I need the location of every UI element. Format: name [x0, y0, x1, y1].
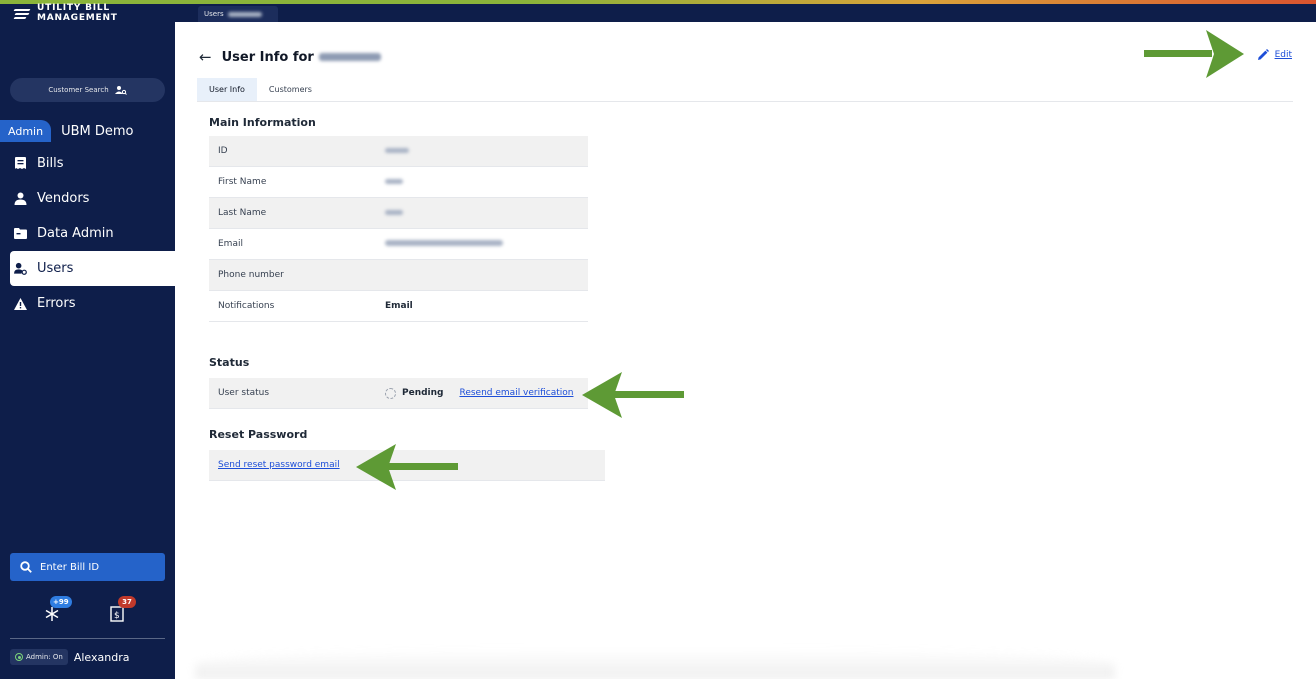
customer-search-label: Customer Search: [48, 86, 109, 94]
resend-verification-link[interactable]: Resend email verification: [459, 388, 573, 398]
field-value: [385, 239, 503, 249]
field-label: Last Name: [218, 208, 267, 218]
field-label: ID: [218, 146, 228, 156]
tab-admin[interactable]: Admin: [0, 120, 52, 142]
edit-label: Edit: [1274, 50, 1292, 60]
alerts-badge: +99: [50, 596, 72, 608]
sidebar-item-errors[interactable]: Errors: [0, 286, 175, 321]
breadcrumb-label: Users: [204, 10, 224, 18]
bills-queue-button[interactable]: $ 37: [108, 596, 136, 624]
table-row: First Name: [209, 167, 588, 198]
field-label: Phone number: [218, 270, 284, 280]
sidebar-quick-icons: +99 $ 37: [40, 594, 150, 624]
search-icon: [20, 561, 32, 573]
tab-strip: User Info Customers: [197, 78, 1293, 102]
sidebar-item-label: Vendors: [37, 191, 90, 206]
alerts-button[interactable]: +99: [40, 596, 72, 624]
table-row: ID: [209, 136, 588, 167]
admin-mode-toggle[interactable]: Admin: On: [10, 649, 68, 665]
table-row: Notifications Email: [209, 291, 588, 322]
breadcrumb-tab[interactable]: Users: [198, 6, 278, 22]
reset-pointer-arrow-icon: [356, 444, 458, 490]
user-status-row: User status Pending Resend email verific…: [209, 378, 588, 409]
top-bar: UTILITY BILL MANAGEMENT Users: [0, 0, 1316, 23]
redacted-last-name: [385, 210, 403, 215]
page-header: ← User Info for: [199, 48, 381, 66]
redacted-user-name: [318, 53, 381, 61]
sidebar-item-bills[interactable]: Bills: [0, 146, 175, 181]
reset-password-heading: Reset Password: [209, 428, 308, 441]
sidebar-item-label: Data Admin: [37, 226, 114, 241]
redacted-first-name: [385, 179, 403, 184]
sidebar-item-label: Bills: [37, 156, 64, 171]
resend-pointer-arrow-icon: [582, 372, 684, 418]
sidebar-tabs: Admin UBM Demo: [0, 120, 175, 142]
bill-id-search[interactable]: Enter Bill ID: [10, 553, 165, 581]
brand[interactable]: UTILITY BILL MANAGEMENT: [0, 3, 186, 23]
edit-pointer-arrow-icon: [1144, 30, 1244, 78]
status-heading: Status: [209, 356, 250, 369]
page-title-prefix: User Info for: [221, 49, 314, 65]
brand-name: UTILITY BILL MANAGEMENT: [37, 3, 118, 23]
person-icon: [14, 192, 27, 205]
main-information-table: ID First Name Last Name Email Phone numb…: [209, 136, 588, 322]
redacted-name: [227, 11, 262, 17]
sidebar-item-label: Users: [37, 261, 74, 276]
user-search-icon: [114, 86, 127, 95]
redacted-id: [385, 148, 409, 153]
sidebar-nav: Bills Vendors Data Admin Users Errors: [0, 146, 175, 321]
admin-status: Admin: On Alexandra: [10, 649, 129, 665]
table-row: Last Name: [209, 198, 588, 229]
field-label: First Name: [218, 177, 267, 187]
top-accent-strip: [0, 0, 1316, 4]
warning-icon: [14, 297, 27, 310]
field-label: Notifications: [218, 301, 275, 311]
redacted-email: [385, 240, 503, 246]
folder-icon: [14, 227, 27, 240]
sidebar-item-users[interactable]: Users: [10, 251, 175, 286]
tab-ubm-demo[interactable]: UBM Demo: [51, 124, 133, 139]
field-value: [385, 177, 403, 187]
field-label: User status: [218, 388, 270, 398]
sidebar-item-data-admin[interactable]: Data Admin: [0, 216, 175, 251]
pending-spinner-icon: [385, 387, 396, 399]
user-gear-icon: [14, 262, 27, 275]
customer-search-button[interactable]: Customer Search: [10, 78, 165, 102]
status-dot-icon: [15, 653, 23, 661]
edit-button[interactable]: Edit: [1257, 49, 1292, 61]
sidebar-item-label: Errors: [37, 296, 76, 311]
bill-icon: [14, 157, 27, 170]
sidebar-item-vendors[interactable]: Vendors: [0, 181, 175, 216]
brand-logo-icon: [13, 8, 31, 19]
pencil-icon: [1257, 49, 1269, 60]
main-content: ← User Info for Edit User Info Customers…: [175, 22, 1316, 679]
tab-user-info[interactable]: User Info: [197, 78, 257, 101]
field-value: [385, 146, 409, 156]
back-arrow-icon[interactable]: ←: [199, 48, 212, 66]
page-title: User Info for: [222, 50, 381, 65]
table-row: Email: [209, 229, 588, 260]
bottom-shadow: [195, 649, 1115, 679]
app-window: UTILITY BILL MANAGEMENT Users Customer S…: [0, 0, 1316, 679]
admin-mode-label: Admin: On: [26, 653, 63, 661]
sidebar: Customer Search Admin UBM Demo Bills Ven…: [0, 22, 175, 679]
bills-badge: 37: [118, 596, 136, 608]
field-label: Email: [218, 239, 243, 249]
tab-customers[interactable]: Customers: [257, 78, 324, 101]
bill-id-placeholder: Enter Bill ID: [40, 561, 100, 573]
main-information-heading: Main Information: [209, 116, 316, 129]
svg-text:$: $: [114, 611, 120, 621]
notifications-value: Email: [385, 301, 413, 311]
send-reset-password-link[interactable]: Send reset password email: [218, 460, 340, 470]
status-badge: Pending: [402, 388, 444, 398]
sidebar-divider: [10, 638, 165, 639]
field-value: [385, 208, 403, 218]
dollar-document-icon: $: [110, 606, 124, 622]
table-row: Phone number: [209, 260, 588, 291]
user-name: Alexandra: [73, 650, 130, 664]
